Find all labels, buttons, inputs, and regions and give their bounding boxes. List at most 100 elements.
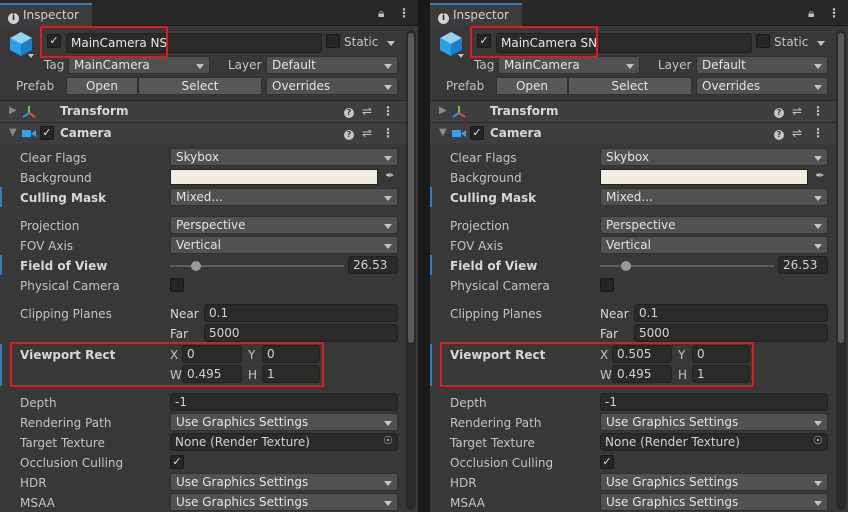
foldout-arrow-icon[interactable]: ▼ [439, 127, 447, 138]
fov-slider-knob[interactable] [191, 261, 202, 271]
object-name-field[interactable]: MainCamera SN [496, 33, 752, 53]
msaa-dropdown[interactable]: Use Graphics Settings [600, 493, 828, 511]
object-name-field[interactable]: MainCamera NS [66, 33, 322, 53]
static-checkbox[interactable] [326, 34, 340, 48]
near-field[interactable]: 0.1 [204, 304, 398, 322]
physical-camera-checkbox[interactable] [170, 278, 184, 292]
tab-inspector[interactable]: i Inspector [0, 3, 92, 26]
kebab-menu-icon[interactable]: ⋮ [812, 126, 824, 140]
object-picker-icon[interactable]: ☉ [813, 434, 823, 447]
viewport-w-field[interactable]: 0.495 [612, 365, 672, 383]
scrollbar[interactable] [406, 30, 416, 510]
fov-value-field[interactable]: 26.53 [348, 256, 398, 274]
camera-component-header[interactable]: ▼ ✓ Camera ? ⇌ ⋮ [430, 122, 836, 144]
scrollbar-thumb[interactable] [838, 33, 844, 343]
far-field[interactable]: 5000 [634, 324, 828, 342]
preset-sliders-icon[interactable]: ⇌ [792, 104, 802, 118]
tag-dropdown[interactable]: MainCamera [498, 56, 640, 74]
prefab-select-button[interactable]: Select [138, 77, 262, 95]
fov-slider-knob[interactable] [621, 261, 632, 271]
active-checkbox[interactable]: ✓ [477, 34, 491, 48]
help-icon[interactable]: ? [774, 126, 784, 140]
prefab-open-button[interactable]: Open [66, 77, 138, 95]
hdr-dropdown[interactable]: Use Graphics Settings [600, 473, 828, 491]
clear-flags-dropdown[interactable]: Skybox [600, 148, 828, 166]
foldout-arrow-icon[interactable]: ▶ [9, 105, 17, 116]
kebab-menu-icon[interactable]: ⋮ [382, 126, 394, 140]
help-icon[interactable]: ? [774, 104, 784, 118]
kebab-menu-icon[interactable]: ⋮ [828, 6, 840, 20]
culling-mask-dropdown[interactable]: Mixed... [170, 188, 398, 206]
help-icon[interactable]: ? [344, 104, 354, 118]
prefab-select-button[interactable]: Select [568, 77, 692, 95]
occlusion-culling-checkbox[interactable]: ✓ [170, 455, 184, 469]
fov-axis-dropdown[interactable]: Vertical [600, 236, 828, 254]
viewport-h-field[interactable]: 1 [262, 365, 320, 383]
color-picker-icon[interactable]: ✒ [381, 169, 399, 187]
kebab-menu-icon[interactable]: ⋮ [812, 104, 824, 118]
fov-value-field[interactable]: 26.53 [778, 256, 828, 274]
camera-enabled-checkbox[interactable]: ✓ [40, 126, 54, 140]
kebab-menu-icon[interactable]: ⋮ [382, 104, 394, 118]
preset-sliders-icon[interactable]: ⇌ [362, 126, 372, 140]
depth-field[interactable]: -1 [600, 393, 828, 411]
viewport-y-field[interactable]: 0 [262, 345, 320, 363]
fov-axis-dropdown[interactable]: Vertical [170, 236, 398, 254]
kebab-menu-icon[interactable]: ⋮ [398, 6, 410, 20]
culling-mask-dropdown[interactable]: Mixed... [600, 188, 828, 206]
projection-dropdown[interactable]: Perspective [170, 216, 398, 234]
lock-icon[interactable]: 🔒︎ [808, 6, 814, 21]
rendering-path-dropdown[interactable]: Use Graphics Settings [600, 413, 828, 431]
background-color-field[interactable] [600, 169, 808, 185]
active-checkbox[interactable]: ✓ [47, 34, 61, 48]
viewport-w-field[interactable]: 0.495 [182, 365, 242, 383]
viewport-y-field[interactable]: 0 [692, 345, 750, 363]
static-dropdown[interactable] [380, 34, 400, 50]
viewport-x-field[interactable]: 0.505 [612, 345, 672, 363]
background-label: Background [450, 171, 522, 185]
camera-enabled-checkbox[interactable]: ✓ [470, 126, 484, 140]
foldout-arrow-icon[interactable]: ▼ [9, 127, 17, 138]
tag-dropdown[interactable]: MainCamera [68, 56, 210, 74]
tab-inspector[interactable]: i Inspector [430, 3, 522, 26]
prefab-overrides-dropdown[interactable]: Overrides [696, 77, 828, 95]
clear-flags-dropdown[interactable]: Skybox [170, 148, 398, 166]
help-icon[interactable]: ? [344, 126, 354, 140]
static-dropdown[interactable] [810, 34, 830, 50]
preset-sliders-icon[interactable]: ⇌ [362, 104, 372, 118]
preset-sliders-icon[interactable]: ⇌ [792, 126, 802, 140]
background-color-field[interactable] [170, 169, 378, 185]
transform-component-header[interactable]: ▶ Transform ? ⇌ ⋮ [0, 100, 406, 122]
scrollbar-thumb[interactable] [408, 33, 414, 343]
physical-camera-label: Physical Camera [20, 279, 120, 293]
occlusion-culling-checkbox[interactable]: ✓ [600, 455, 614, 469]
lock-icon[interactable]: 🔒︎ [378, 6, 384, 21]
physical-camera-checkbox[interactable] [600, 278, 614, 292]
transform-component-header[interactable]: ▶ Transform ? ⇌ ⋮ [430, 100, 836, 122]
clipping-planes-label: Clipping Planes [20, 307, 112, 321]
static-checkbox[interactable] [756, 34, 770, 48]
color-picker-icon[interactable]: ✒ [811, 169, 829, 187]
layer-dropdown[interactable]: Default [696, 56, 828, 74]
scrollbar[interactable] [836, 30, 846, 510]
tag-label: Tag [474, 58, 495, 72]
prefab-open-button[interactable]: Open [496, 77, 568, 95]
far-field[interactable]: 5000 [204, 324, 398, 342]
target-texture-field[interactable]: None (Render Texture) [170, 433, 398, 451]
viewport-h-field[interactable]: 1 [692, 365, 750, 383]
target-texture-field[interactable]: None (Render Texture) [600, 433, 828, 451]
foldout-arrow-icon[interactable]: ▶ [439, 105, 447, 116]
layer-dropdown[interactable]: Default [266, 56, 398, 74]
viewport-x-field[interactable]: 0 [182, 345, 242, 363]
msaa-dropdown[interactable]: Use Graphics Settings [170, 493, 398, 511]
gameobject-cube-icon[interactable] [438, 30, 464, 58]
camera-component-header[interactable]: ▼ ✓ Camera ? ⇌ ⋮ [0, 122, 406, 144]
object-picker-icon[interactable]: ☉ [383, 434, 393, 447]
rendering-path-dropdown[interactable]: Use Graphics Settings [170, 413, 398, 431]
gameobject-cube-icon[interactable] [8, 30, 34, 58]
prefab-overrides-dropdown[interactable]: Overrides [266, 77, 398, 95]
depth-field[interactable]: -1 [170, 393, 398, 411]
hdr-dropdown[interactable]: Use Graphics Settings [170, 473, 398, 491]
projection-dropdown[interactable]: Perspective [600, 216, 828, 234]
near-field[interactable]: 0.1 [634, 304, 828, 322]
